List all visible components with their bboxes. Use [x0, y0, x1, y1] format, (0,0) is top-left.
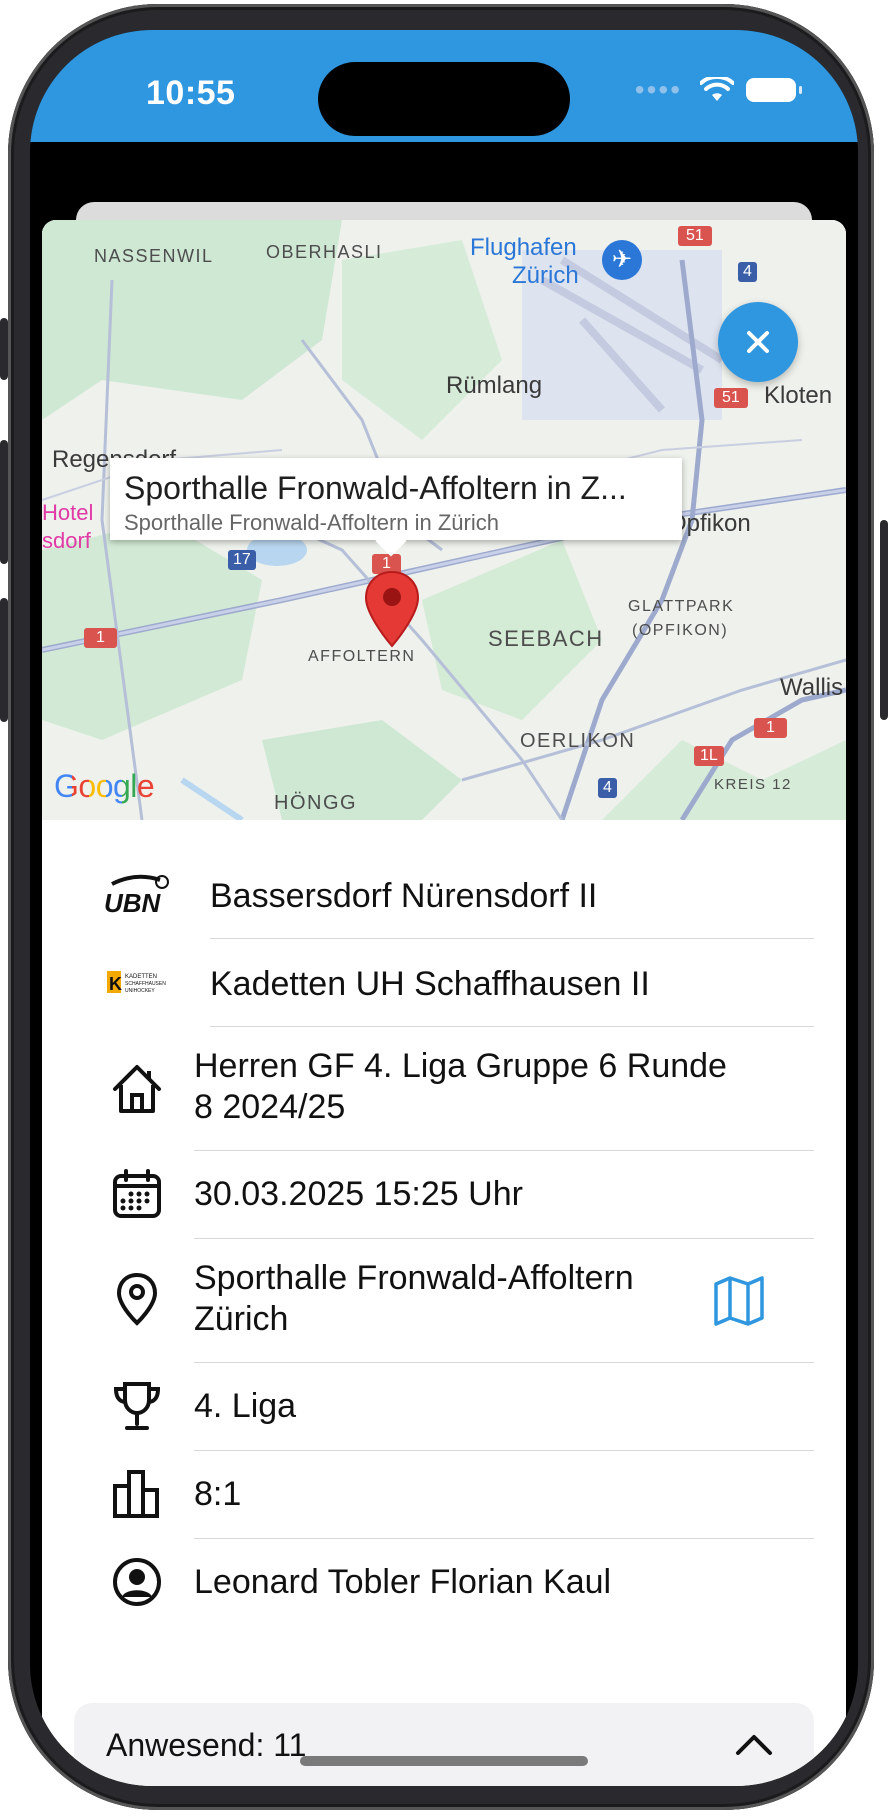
status-time: 10:55 [146, 74, 236, 112]
callout-subtitle: Sporthalle Fronwald-Affoltern in Zürich [124, 510, 499, 535]
svg-text:UBN: UBN [104, 888, 162, 918]
map-label-nassenwil: NASSENWIL [94, 246, 214, 266]
map-label-oerlikon: OERLIKON [520, 730, 636, 752]
road-shield-1l: 1L [694, 746, 724, 766]
road-shield-17: 17 [228, 550, 256, 570]
house-icon [102, 1054, 172, 1124]
map-label-wallis: Wallis [780, 674, 844, 701]
map-label-sdorf: sdorf [42, 528, 91, 553]
home-indicator[interactable] [300, 1756, 588, 1766]
map-icon [714, 1276, 764, 1326]
road-shield-4-north: 4 [738, 262, 757, 282]
road-shield-1-east: 1 [754, 718, 787, 738]
match-score: 8:1 [194, 1475, 242, 1513]
map-label-glattpark: GLATTPARK [628, 598, 735, 615]
status-bar: 10:55 •••• [30, 30, 858, 142]
road-shield-4-south: 4 [598, 778, 617, 798]
callout-title: Sporthalle Fronwald-Affoltern in Z... [124, 470, 627, 506]
map-label-zuerich: Zürich [512, 262, 579, 289]
battery-icon [746, 78, 802, 102]
svg-text:K: K [109, 974, 122, 994]
status-icons: •••• [634, 74, 802, 106]
league-row[interactable]: 4. Liga [42, 1362, 846, 1450]
away-team-name: Kadetten UH Schaffhausen II [210, 965, 650, 1003]
map-label-flughafen: Flughafen [470, 234, 577, 261]
map-label-kreis12: KREIS 12 [714, 776, 792, 793]
map-label-kloten: Kloten [764, 382, 833, 409]
open-in-maps-button[interactable] [712, 1274, 766, 1328]
referees-row[interactable]: Leonard Tobler Florian Kaul [42, 1538, 846, 1626]
google-attribution: Google [54, 768, 155, 805]
league-name: 4. Liga [194, 1387, 297, 1425]
home-team-logo: UBN [102, 860, 172, 930]
home-team-name: Bassersdorf Nürensdorf II [210, 877, 598, 915]
map-marker-callout[interactable]: Sporthalle Fronwald-Affoltern in Z... Sp… [110, 458, 682, 557]
datetime-row[interactable]: 30.03.2025 15:25 Uhr [42, 1150, 846, 1238]
map-label-hotel: Hotel [42, 500, 94, 525]
competition-row[interactable]: Herren GF 4. Liga Gruppe 6 Runde 8 2024/… [42, 1026, 846, 1150]
close-map-button[interactable] [718, 302, 798, 382]
venue-row[interactable]: Sporthalle Fronwald-Affoltern Zürich [42, 1238, 846, 1362]
attendance-label: Anwesend: 11 [106, 1727, 307, 1763]
map-label-glattpark-opfikon: (OPFIKON) [632, 622, 729, 639]
away-team-logo: K KADETTEN SCHAFFHAUSEN UNIHOCKEY [102, 948, 172, 1018]
road-shield-51-kloten: 51 [714, 388, 748, 408]
chevron-up-icon[interactable] [734, 1731, 774, 1759]
airport-icon: ✈ [602, 240, 642, 280]
person-circle-icon [102, 1547, 172, 1617]
bar-chart-icon [102, 1459, 172, 1529]
score-row[interactable]: 8:1 [42, 1450, 846, 1538]
match-datetime: 30.03.2025 15:25 Uhr [194, 1175, 523, 1213]
map-label-seebach: SEEBACH [488, 626, 604, 651]
close-icon [747, 331, 769, 353]
google-logo-text: Google [54, 768, 155, 804]
venue-name: Sporthalle Fronwald-Affoltern Zürich [194, 1259, 634, 1338]
map-view[interactable]: NASSENWIL OBERHASLI Flughafen Zürich ✈ R… [42, 220, 846, 820]
home-team-row[interactable]: UBN Bassersdorf Nürensdorf II [42, 850, 846, 938]
map-label-ruemlang: Rümlang [446, 372, 543, 399]
svg-text:SCHAFFHAUSEN: SCHAFFHAUSEN [125, 981, 166, 987]
signal-icon: •••• [634, 74, 682, 105]
match-detail-sheet: NASSENWIL OBERHASLI Flughafen Zürich ✈ R… [42, 220, 846, 1786]
svg-text:UNIHOCKEY: UNIHOCKEY [125, 988, 155, 994]
away-team-row[interactable]: K KADETTEN SCHAFFHAUSEN UNIHOCKEY Kadett… [42, 938, 846, 1026]
calendar-icon [102, 1159, 172, 1229]
map-label-affoltern: AFFOLTERN [308, 648, 416, 665]
svg-text:KADETTEN: KADETTEN [125, 974, 157, 980]
location-pin-icon [102, 1264, 172, 1334]
dynamic-island [318, 62, 570, 136]
road-shield-1-west: 1 [84, 628, 117, 648]
trophy-icon [102, 1371, 172, 1441]
wifi-icon [700, 77, 734, 101]
screen: 10:55 •••• NASSENWIL OBERHASLI Flughafen… [30, 30, 858, 1786]
road-shield-51-north: 51 [678, 226, 712, 246]
map-label-hoengg: HÖNGG [274, 792, 358, 814]
competition-name: Herren GF 4. Liga Gruppe 6 Runde 8 2024/… [194, 1047, 727, 1126]
referee-names: Leonard Tobler Florian Kaul [194, 1563, 612, 1601]
attendance-section[interactable]: Anwesend: 11 [74, 1703, 814, 1786]
map-label-oberhasli: OBERHASLI [266, 242, 383, 262]
map-pin-icon[interactable] [364, 570, 420, 648]
